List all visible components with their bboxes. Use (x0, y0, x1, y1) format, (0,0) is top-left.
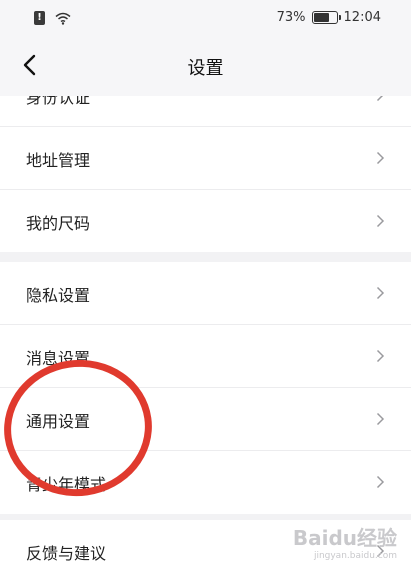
settings-item-label: 我的尺码 (26, 214, 91, 233)
settings-section-preferences: 隐私设置 消息设置 通用设置 青少年模式 (0, 262, 411, 514)
settings-item-teen-mode[interactable]: 青少年模式 (0, 451, 411, 514)
settings-item-notifications[interactable]: 消息设置 (0, 325, 411, 388)
watermark-url: jingyan.baidu.com (313, 551, 397, 561)
chevron-right-icon (376, 214, 385, 228)
settings-item-label: 消息设置 (26, 349, 91, 368)
wifi-icon (55, 12, 71, 25)
chevron-right-icon (376, 96, 384, 102)
chevron-right-icon (376, 412, 385, 426)
chevron-right-icon (376, 286, 385, 300)
settings-item-general[interactable]: 通用设置 (0, 388, 411, 451)
nav-bar: 设置 (0, 36, 411, 96)
settings-item-label: 身份认证 (26, 96, 91, 107)
chevron-right-icon (376, 349, 385, 363)
page-title: 设置 (187, 58, 224, 79)
alert-icon: ! (34, 11, 45, 25)
settings-item-privacy[interactable]: 隐私设置 (0, 262, 411, 325)
watermark: Baidu经验 jingyan.baidu.com (293, 522, 397, 561)
settings-item-label: 反馈与建议 (26, 544, 107, 563)
settings-item-label: 隐私设置 (26, 286, 91, 305)
battery-icon (311, 11, 341, 24)
status-bar: ! 73% 12:04 (0, 0, 411, 36)
settings-item-label: 青少年模式 (26, 475, 107, 494)
chevron-right-icon (376, 151, 385, 165)
battery-level-fill (313, 13, 329, 22)
settings-item-identity-verification[interactable]: 身份认证 (0, 96, 411, 127)
settings-item-label: 地址管理 (26, 151, 91, 170)
settings-section-account: 身份认证 地址管理 我的尺码 (0, 96, 411, 252)
chevron-right-icon (376, 475, 385, 489)
settings-item-my-size[interactable]: 我的尺码 (0, 190, 411, 252)
clock-time: 12:04 (343, 10, 381, 25)
settings-item-address-management[interactable]: 地址管理 (0, 127, 411, 190)
battery-percentage: 73% (276, 10, 306, 25)
watermark-text: Baidu经验 (292, 526, 397, 550)
settings-item-label: 通用设置 (26, 412, 91, 431)
